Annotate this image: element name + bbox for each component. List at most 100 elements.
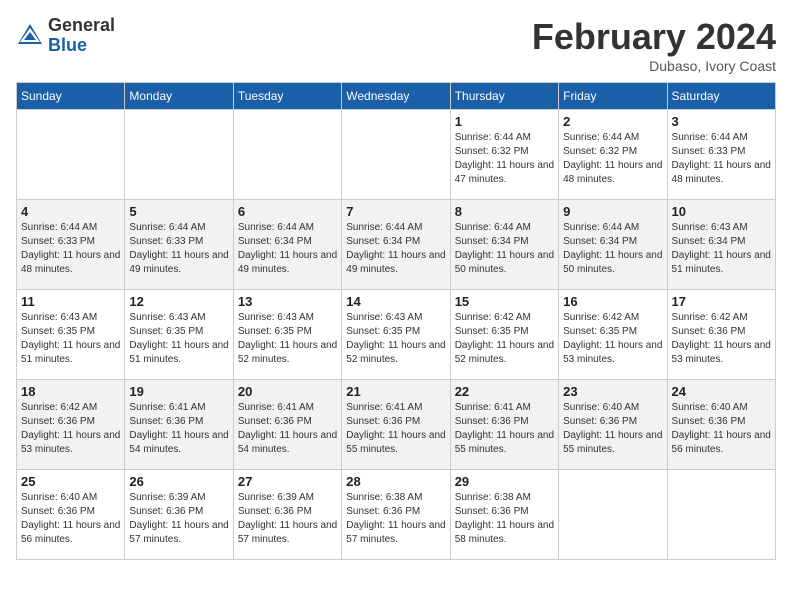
day-info: Sunrise: 6:38 AM Sunset: 6:36 PM Dayligh… <box>346 491 445 547</box>
calendar-cell <box>559 470 667 560</box>
day-number: 26 <box>129 474 228 489</box>
day-number: 10 <box>672 204 771 219</box>
day-info: Sunrise: 6:43 AM Sunset: 6:35 PM Dayligh… <box>238 311 337 367</box>
day-number: 24 <box>672 384 771 399</box>
calendar-cell: 3 Sunrise: 6:44 AM Sunset: 6:33 PM Daylig… <box>667 110 775 200</box>
day-number: 9 <box>563 204 662 219</box>
logo-icon <box>16 22 44 50</box>
header-day-monday: Monday <box>125 83 233 110</box>
day-number: 3 <box>672 114 771 129</box>
calendar-cell: 27 Sunrise: 6:39 AM Sunset: 6:36 PM Dayli… <box>233 470 341 560</box>
header-day-sunday: Sunday <box>17 83 125 110</box>
calendar-week-row: 4 Sunrise: 6:44 AM Sunset: 6:33 PM Daylig… <box>17 200 776 290</box>
day-number: 15 <box>455 294 554 309</box>
calendar-cell: 18 Sunrise: 6:42 AM Sunset: 6:36 PM Dayli… <box>17 380 125 470</box>
day-info: Sunrise: 6:44 AM Sunset: 6:32 PM Dayligh… <box>563 131 662 187</box>
day-number: 4 <box>21 204 120 219</box>
day-number: 11 <box>21 294 120 309</box>
logo-text: General Blue <box>48 16 115 56</box>
day-info: Sunrise: 6:44 AM Sunset: 6:32 PM Dayligh… <box>455 131 554 187</box>
day-info: Sunrise: 6:44 AM Sunset: 6:34 PM Dayligh… <box>563 221 662 277</box>
day-info: Sunrise: 6:44 AM Sunset: 6:33 PM Dayligh… <box>21 221 120 277</box>
day-number: 27 <box>238 474 337 489</box>
day-info: Sunrise: 6:44 AM Sunset: 6:33 PM Dayligh… <box>129 221 228 277</box>
calendar-table: SundayMondayTuesdayWednesdayThursdayFrid… <box>16 82 776 560</box>
calendar-cell: 21Sunrise: 6:41 AM Sunset: 6:36 PM Dayli… <box>342 380 450 470</box>
day-info: Sunrise: 6:42 AM Sunset: 6:36 PM Dayligh… <box>672 311 771 367</box>
calendar-cell: 8 Sunrise: 6:44 AM Sunset: 6:34 PM Daylig… <box>450 200 558 290</box>
calendar-cell: 13Sunrise: 6:43 AM Sunset: 6:35 PM Dayli… <box>233 290 341 380</box>
day-info: Sunrise: 6:44 AM Sunset: 6:34 PM Dayligh… <box>238 221 337 277</box>
calendar-cell <box>233 110 341 200</box>
calendar-cell: 11 Sunrise: 6:43 AM Sunset: 6:35 PM Dayli… <box>17 290 125 380</box>
header-day-thursday: Thursday <box>450 83 558 110</box>
calendar-cell: 9 Sunrise: 6:44 AM Sunset: 6:34 PM Daylig… <box>559 200 667 290</box>
day-info: Sunrise: 6:43 AM Sunset: 6:35 PM Dayligh… <box>346 311 445 367</box>
calendar-cell: 24 Sunrise: 6:40 AM Sunset: 6:36 PM Dayli… <box>667 380 775 470</box>
calendar-week-row: 1 Sunrise: 6:44 AM Sunset: 6:32 PM Daylig… <box>17 110 776 200</box>
header-day-friday: Friday <box>559 83 667 110</box>
day-info: Sunrise: 6:42 AM Sunset: 6:36 PM Dayligh… <box>21 401 120 457</box>
month-title: February 2024 <box>532 16 776 58</box>
day-info: Sunrise: 6:41 AM Sunset: 6:36 PM Dayligh… <box>455 401 554 457</box>
day-number: 12 <box>129 294 228 309</box>
calendar-header-row: SundayMondayTuesdayWednesdayThursdayFrid… <box>17 83 776 110</box>
calendar-cell: 5 Sunrise: 6:44 AM Sunset: 6:33 PM Daylig… <box>125 200 233 290</box>
day-number: 25 <box>21 474 120 489</box>
day-number: 5 <box>129 204 228 219</box>
day-number: 29 <box>455 474 554 489</box>
day-number: 8 <box>455 204 554 219</box>
header-day-saturday: Saturday <box>667 83 775 110</box>
calendar-cell <box>342 110 450 200</box>
day-info: Sunrise: 6:43 AM Sunset: 6:34 PM Dayligh… <box>672 221 771 277</box>
calendar-cell: 6 Sunrise: 6:44 AM Sunset: 6:34 PM Daylig… <box>233 200 341 290</box>
day-info: Sunrise: 6:44 AM Sunset: 6:34 PM Dayligh… <box>346 221 445 277</box>
day-number: 2 <box>563 114 662 129</box>
day-number: 1 <box>455 114 554 129</box>
day-number: 28 <box>346 474 445 489</box>
day-info: Sunrise: 6:42 AM Sunset: 6:35 PM Dayligh… <box>563 311 662 367</box>
day-number: 17 <box>672 294 771 309</box>
calendar-cell: 7Sunrise: 6:44 AM Sunset: 6:34 PM Daylig… <box>342 200 450 290</box>
calendar-cell: 14Sunrise: 6:43 AM Sunset: 6:35 PM Dayli… <box>342 290 450 380</box>
calendar-cell: 4 Sunrise: 6:44 AM Sunset: 6:33 PM Daylig… <box>17 200 125 290</box>
day-number: 20 <box>238 384 337 399</box>
calendar-cell: 28 Sunrise: 6:38 AM Sunset: 6:36 PM Dayli… <box>342 470 450 560</box>
header: General Blue February 2024 Dubaso, Ivory… <box>16 16 776 74</box>
calendar-cell <box>667 470 775 560</box>
day-info: Sunrise: 6:40 AM Sunset: 6:36 PM Dayligh… <box>672 401 771 457</box>
day-number: 22 <box>455 384 554 399</box>
calendar-cell: 22 Sunrise: 6:41 AM Sunset: 6:36 PM Dayli… <box>450 380 558 470</box>
calendar-cell: 29 Sunrise: 6:38 AM Sunset: 6:36 PM Dayli… <box>450 470 558 560</box>
header-day-wednesday: Wednesday <box>342 83 450 110</box>
day-number: 18 <box>21 384 120 399</box>
calendar-cell: 15Sunrise: 6:42 AM Sunset: 6:35 PM Dayli… <box>450 290 558 380</box>
calendar-cell: 25 Sunrise: 6:40 AM Sunset: 6:36 PM Dayli… <box>17 470 125 560</box>
calendar-cell: 17 Sunrise: 6:42 AM Sunset: 6:36 PM Dayli… <box>667 290 775 380</box>
day-info: Sunrise: 6:40 AM Sunset: 6:36 PM Dayligh… <box>21 491 120 547</box>
day-info: Sunrise: 6:44 AM Sunset: 6:34 PM Dayligh… <box>455 221 554 277</box>
calendar-week-row: 11 Sunrise: 6:43 AM Sunset: 6:35 PM Dayli… <box>17 290 776 380</box>
day-info: Sunrise: 6:44 AM Sunset: 6:33 PM Dayligh… <box>672 131 771 187</box>
logo: General Blue <box>16 16 115 56</box>
day-info: Sunrise: 6:38 AM Sunset: 6:36 PM Dayligh… <box>455 491 554 547</box>
day-number: 19 <box>129 384 228 399</box>
title-area: February 2024 Dubaso, Ivory Coast <box>532 16 776 74</box>
calendar-cell: 23 Sunrise: 6:40 AM Sunset: 6:36 PM Dayli… <box>559 380 667 470</box>
day-info: Sunrise: 6:41 AM Sunset: 6:36 PM Dayligh… <box>346 401 445 457</box>
calendar-cell: 26Sunrise: 6:39 AM Sunset: 6:36 PM Dayli… <box>125 470 233 560</box>
calendar-cell: 12 Sunrise: 6:43 AM Sunset: 6:35 PM Dayli… <box>125 290 233 380</box>
calendar-cell: 1 Sunrise: 6:44 AM Sunset: 6:32 PM Daylig… <box>450 110 558 200</box>
calendar-week-row: 25 Sunrise: 6:40 AM Sunset: 6:36 PM Dayli… <box>17 470 776 560</box>
logo-blue-text: Blue <box>48 36 115 56</box>
calendar-cell: 10 Sunrise: 6:43 AM Sunset: 6:34 PM Dayli… <box>667 200 775 290</box>
day-info: Sunrise: 6:43 AM Sunset: 6:35 PM Dayligh… <box>21 311 120 367</box>
logo-general-text: General <box>48 16 115 36</box>
location-subtitle: Dubaso, Ivory Coast <box>532 58 776 74</box>
day-info: Sunrise: 6:40 AM Sunset: 6:36 PM Dayligh… <box>563 401 662 457</box>
day-number: 23 <box>563 384 662 399</box>
day-info: Sunrise: 6:43 AM Sunset: 6:35 PM Dayligh… <box>129 311 228 367</box>
day-number: 6 <box>238 204 337 219</box>
calendar-cell: 19Sunrise: 6:41 AM Sunset: 6:36 PM Dayli… <box>125 380 233 470</box>
day-info: Sunrise: 6:39 AM Sunset: 6:36 PM Dayligh… <box>238 491 337 547</box>
